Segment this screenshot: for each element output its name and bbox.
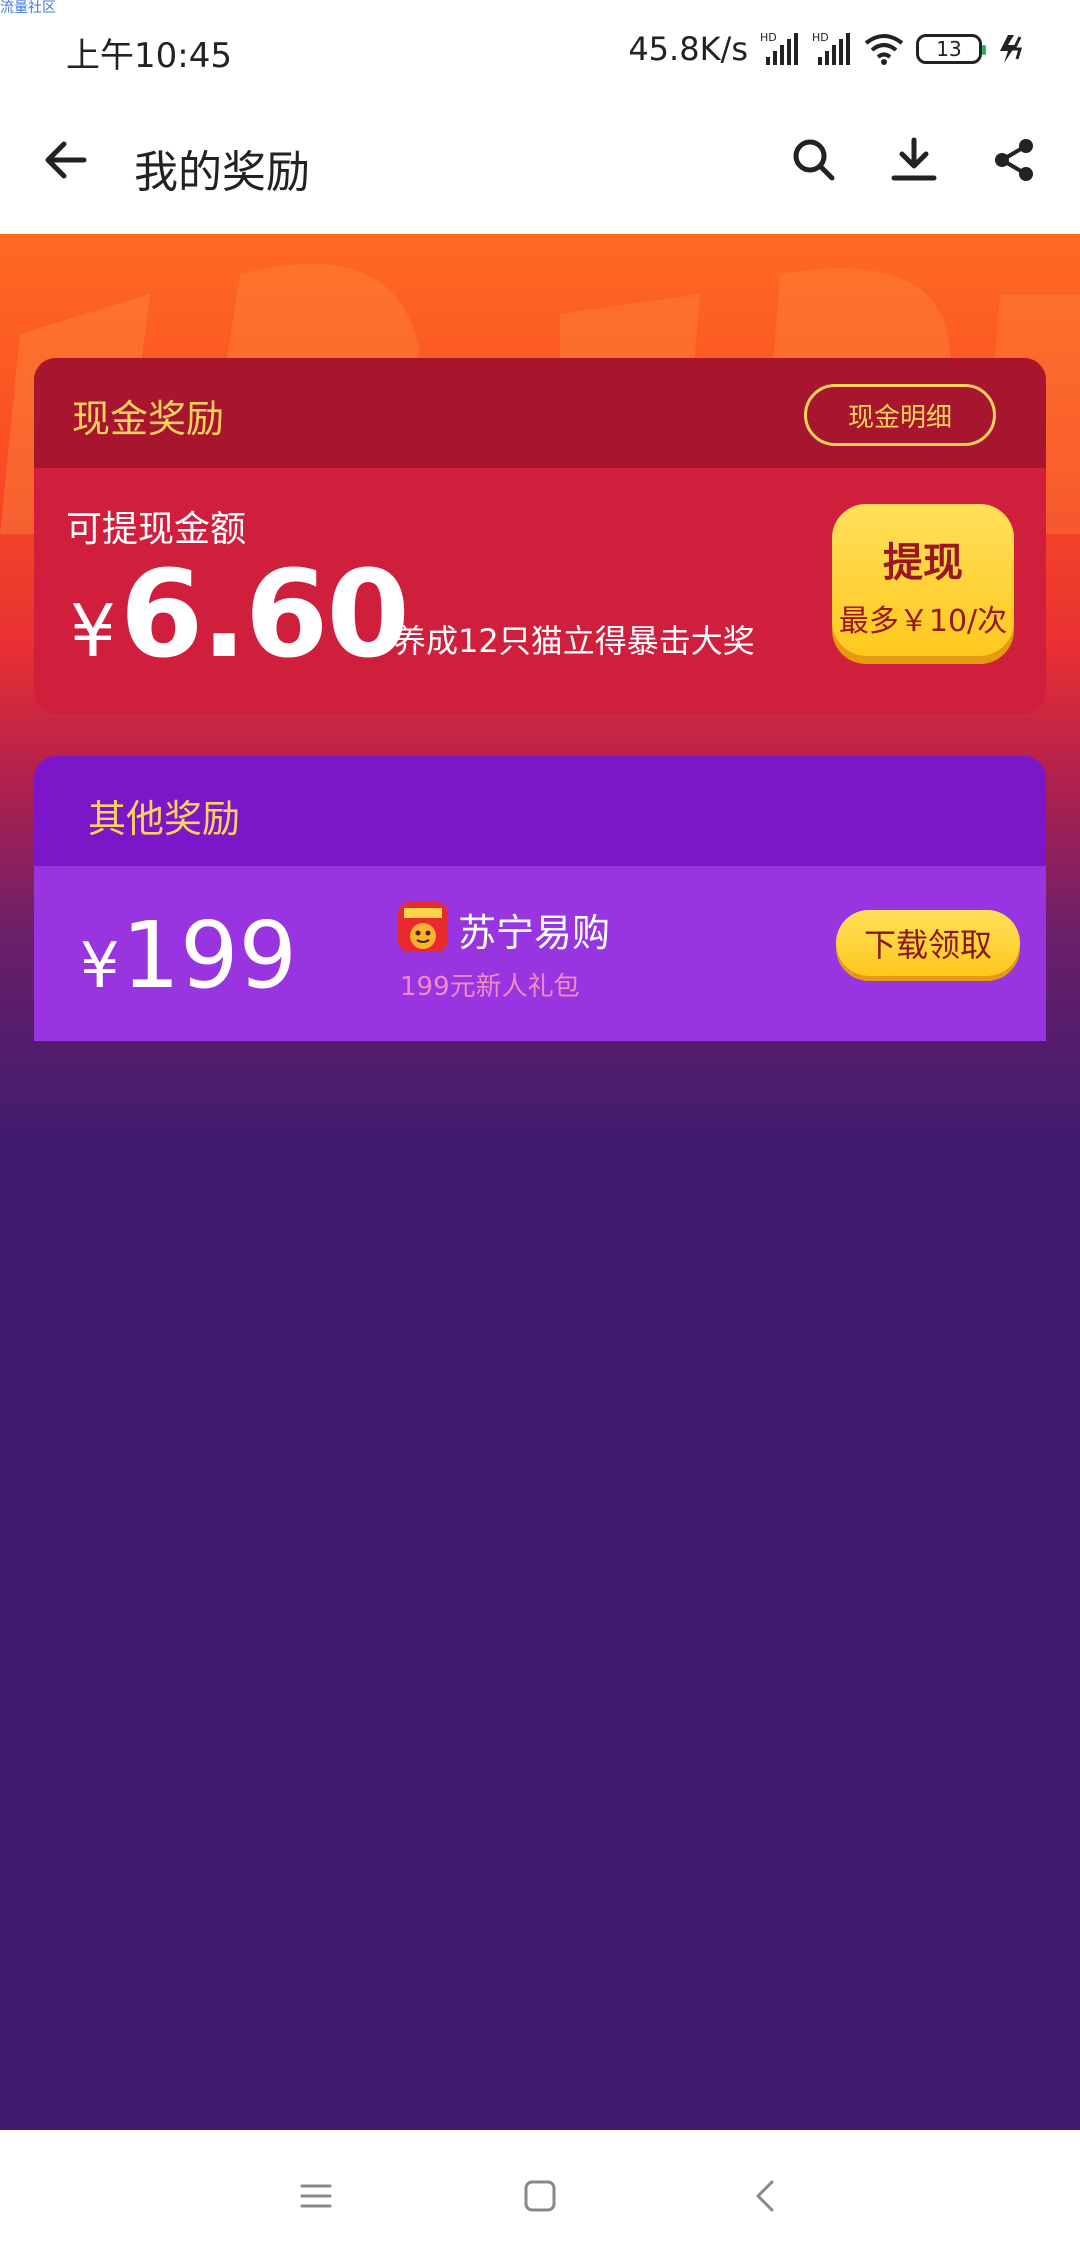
reward-amount-value: 199	[121, 902, 298, 1009]
search-icon[interactable]	[784, 130, 844, 190]
menu-icon[interactable]	[286, 2166, 346, 2226]
back-arrow-icon[interactable]	[36, 130, 96, 190]
other-reward-title: 其他奖励	[88, 797, 241, 841]
hd-signal-icon: HD	[760, 31, 800, 67]
other-reward-card: 其他奖励 ¥ 199 苏宁易购 199元新人礼包 下载领取	[34, 756, 1046, 1041]
battery-icon: 13	[916, 34, 986, 64]
suning-logo-icon	[398, 902, 448, 952]
page: 流量社区 上午10:45 45.8K/s HD HD 13 我的奖励 现金奖励 …	[0, 0, 1080, 2260]
wifi-icon	[864, 31, 904, 67]
currency-symbol: ¥	[80, 929, 120, 1002]
other-card-header: 其他奖励	[34, 756, 1046, 866]
cash-reward-card: 现金奖励 现金明细 可提现金额 ¥ 6.60 养成12只猫立得暴击大奖 提现 最…	[34, 358, 1046, 714]
page-title: 我的奖励	[134, 147, 310, 198]
download-claim-button[interactable]: 下载领取	[836, 910, 1020, 976]
cash-amount: ¥ 6.60	[70, 546, 410, 685]
currency-symbol: ¥	[70, 589, 116, 673]
network-speed: 45.8K/s	[628, 30, 748, 68]
download-icon[interactable]	[884, 130, 944, 190]
withdraw-limit: 最多￥10/次	[838, 604, 1008, 639]
cash-amount-value: 6.60	[119, 546, 410, 685]
hd-label: HD	[760, 31, 777, 44]
cash-hint-text: 养成12只猫立得暴击大奖	[394, 622, 755, 660]
available-amount-label: 可提现金额	[66, 509, 247, 550]
app-subtitle: 199元新人礼包	[400, 972, 580, 1002]
app-name: 苏宁易购	[458, 911, 611, 955]
app-header: 我的奖励	[0, 100, 1080, 234]
status-bar: 流量社区 上午10:45 45.8K/s HD HD 13	[0, 0, 1080, 100]
hd-signal-icon: HD	[812, 31, 852, 67]
cash-reward-title: 现金奖励	[72, 397, 225, 441]
back-chevron-icon[interactable]	[736, 2166, 796, 2226]
cash-card-body: 可提现金额 ¥ 6.60 养成12只猫立得暴击大奖 提现 最多￥10/次	[34, 468, 1046, 714]
charging-icon	[994, 31, 1034, 67]
share-icon[interactable]	[984, 130, 1044, 190]
reward-amount: ¥ 199	[80, 902, 297, 1009]
watermark-text: 流量社区	[0, 0, 56, 16]
system-nav-bar	[0, 2130, 1080, 2260]
cash-card-header: 现金奖励 现金明细	[34, 358, 1046, 468]
home-square-icon[interactable]	[510, 2166, 570, 2226]
withdraw-label: 提现	[883, 540, 963, 586]
withdraw-button[interactable]: 提现 最多￥10/次	[832, 504, 1014, 656]
status-time: 上午10:45	[66, 36, 232, 76]
cash-detail-button[interactable]: 现金明细	[804, 384, 996, 446]
reward-item: ¥ 199 苏宁易购 199元新人礼包 下载领取	[34, 866, 1046, 1041]
hd-label: HD	[812, 31, 829, 44]
status-icons: 45.8K/s HD HD 13	[628, 28, 1034, 70]
